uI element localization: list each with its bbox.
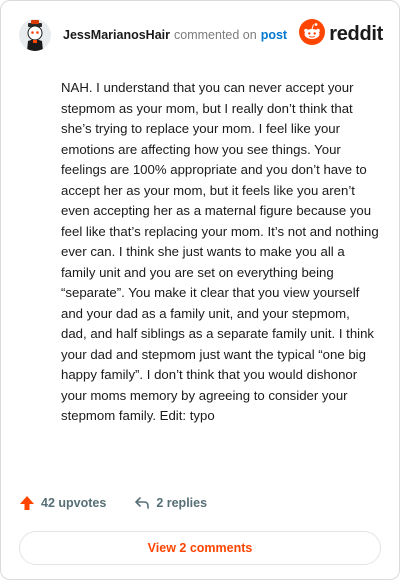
reddit-logo-icon — [299, 19, 326, 50]
replies-button[interactable]: 2 replies — [134, 495, 207, 511]
upvote-arrow-icon — [19, 495, 35, 511]
action-text: commented on — [174, 28, 257, 42]
upvote-count: 42 upvotes — [41, 496, 107, 510]
username-link[interactable]: JessMarianosHair — [63, 28, 170, 42]
comment-footer: 42 upvotes 2 replies — [19, 495, 207, 511]
comment-header: JessMarianosHair commented on post reddi… — [19, 17, 383, 53]
view-comments-button[interactable]: View 2 comments — [19, 531, 381, 565]
reply-arrow-icon — [134, 495, 150, 511]
reddit-wordmark: reddit — [329, 23, 383, 45]
replies-count: 2 replies — [156, 496, 208, 510]
comment-meta: JessMarianosHair commented on post — [63, 28, 287, 42]
snoo-avatar-icon[interactable] — [19, 19, 51, 51]
upvote-button[interactable]: 42 upvotes — [19, 495, 106, 511]
comment-card: JessMarianosHair commented on post reddi… — [0, 0, 400, 580]
post-link[interactable]: post — [261, 28, 287, 42]
reddit-brand[interactable]: reddit — [299, 19, 383, 50]
comment-body: NAH. I understand that you can never acc… — [61, 80, 379, 423]
